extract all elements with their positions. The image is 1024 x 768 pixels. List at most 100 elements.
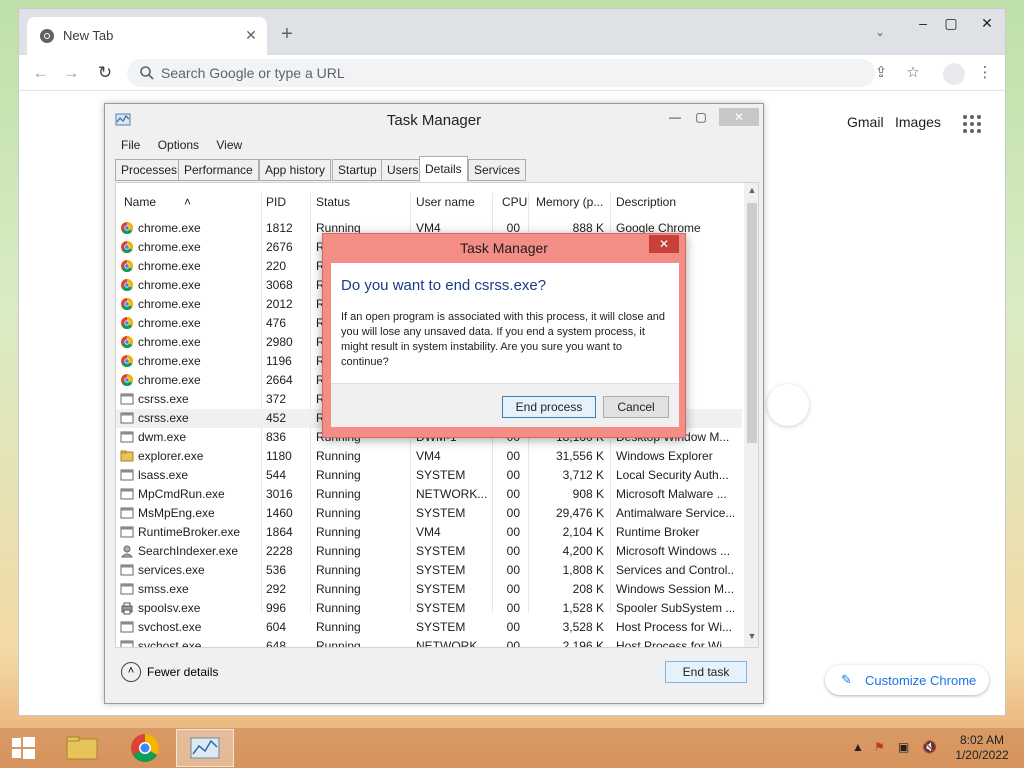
omnibox-input[interactable] <box>161 63 841 83</box>
scroll-thumb[interactable] <box>747 203 757 443</box>
bookmark-star-icon[interactable]: ☆ <box>903 63 923 83</box>
table-row[interactable]: explorer.exe 1180 Running VM4 00 31,556 K Wind… <box>116 447 742 466</box>
cell-name: chrome.exe <box>138 278 201 292</box>
clock-time: 8:02 AM <box>959 733 1005 747</box>
voice-search-button[interactable] <box>767 384 809 426</box>
table-row[interactable]: spoolsv.exe 996 Running SYSTEM 00 1,528 K Spoo… <box>116 599 742 618</box>
customize-chrome-button[interactable]: ✎ Customize Chrome <box>825 665 989 695</box>
dialog-close-icon[interactable]: ✕ <box>649 235 679 253</box>
cell-cpu: 00 <box>506 639 520 648</box>
table-row[interactable]: SearchIndexer.exe 2228 Running SYSTEM 00 4,20… <box>116 542 742 561</box>
share-icon[interactable]: ⇪ <box>871 63 891 83</box>
google-apps-grid-icon[interactable] <box>963 115 983 135</box>
table-row[interactable]: lsass.exe 544 Running SYSTEM 00 3,712 K Local … <box>116 466 742 485</box>
minimize-icon[interactable]: – <box>909 13 937 33</box>
cell-pid: 372 <box>266 392 287 406</box>
end-task-button[interactable]: End task <box>665 661 747 683</box>
images-link[interactable]: Images <box>895 114 941 130</box>
menu-view[interactable]: View <box>216 138 242 152</box>
table-row[interactable]: svchost.exe 648 Running NETWORK... 00 2,196 K… <box>116 637 742 648</box>
cell-description: Host Process for Wi... <box>616 620 733 634</box>
gmail-link[interactable]: Gmail <box>847 114 884 130</box>
cell-status: Running <box>316 563 361 577</box>
tm-close-icon[interactable]: ✕ <box>719 108 759 126</box>
taskbar-chrome[interactable] <box>116 729 174 767</box>
table-row[interactable]: smss.exe 292 Running SYSTEM 00 208 K Windows S… <box>116 580 742 599</box>
cell-pid: 1864 <box>266 525 293 539</box>
table-row[interactable]: svchost.exe 604 Running SYSTEM 00 3,528 K Host… <box>116 618 742 637</box>
cell-cpu: 00 <box>506 544 520 558</box>
col-user-name[interactable]: User name <box>416 195 475 209</box>
tab-performance[interactable]: Performance <box>178 159 259 181</box>
tab-processes[interactable]: Processes <box>115 159 184 181</box>
tray-overflow-icon[interactable]: ▲ <box>852 740 864 754</box>
tab-app-history[interactable]: App history <box>259 159 332 181</box>
vertical-scrollbar[interactable]: ▲ ▼ <box>744 183 758 647</box>
scroll-up-arrow-icon[interactable]: ▲ <box>744 185 758 195</box>
cell-status: Running <box>316 487 361 501</box>
table-row[interactable]: services.exe 536 Running SYSTEM 00 1,808 K Ser… <box>116 561 742 580</box>
taskbar-task-manager[interactable] <box>176 729 234 767</box>
tab-details[interactable]: Details <box>419 156 468 182</box>
task-manager-titlebar[interactable]: Task Manager — ▢ ✕ <box>105 104 763 136</box>
tab-close-icon[interactable]: ✕ <box>241 25 261 45</box>
dialog-button-bar: End process Cancel <box>331 383 679 427</box>
col-description[interactable]: Description <box>616 195 676 209</box>
end-process-dialog: Task Manager ✕ Do you want to end csrss.… <box>322 233 686 438</box>
cell-description: Local Security Auth... <box>616 468 729 482</box>
tab-new-tab[interactable]: New Tab ✕ <box>27 17 267 55</box>
tab-search-chevron-icon[interactable]: ⌄ <box>875 25 885 39</box>
window-close-icon[interactable]: ✕ <box>973 13 1001 33</box>
tm-maximize-icon[interactable]: ▢ <box>687 108 715 126</box>
maximize-icon[interactable]: ▢ <box>937 13 965 33</box>
cell-user-name: SYSTEM <box>416 563 466 577</box>
new-tab-plus-icon[interactable]: + <box>275 23 299 47</box>
scroll-down-arrow-icon[interactable]: ▼ <box>744 631 758 641</box>
cell-user-name: NETWORK... <box>416 487 488 501</box>
col-name[interactable]: Name <box>124 195 156 209</box>
cell-name: chrome.exe <box>138 240 201 254</box>
table-row[interactable]: MpCmdRun.exe 3016 Running NETWORK... 00 908 K… <box>116 485 742 504</box>
tab-startup[interactable]: Startup <box>332 159 383 181</box>
cancel-button[interactable]: Cancel <box>603 396 669 418</box>
tab-users[interactable]: Users <box>381 159 425 181</box>
table-row[interactable]: RuntimeBroker.exe 1864 Running VM4 00 2,104 K… <box>116 523 742 542</box>
action-center-flag-icon[interactable]: ⚑ <box>874 740 885 754</box>
tm-minimize-icon[interactable]: — <box>661 108 689 126</box>
cell-status: Running <box>316 525 361 539</box>
window-process-icon <box>120 639 134 647</box>
col-pid[interactable]: PID <box>266 195 286 209</box>
cell-description: Runtime Broker <box>616 525 700 539</box>
taskbar-file-explorer[interactable] <box>54 729 112 767</box>
network-icon[interactable]: ▣ <box>898 740 909 754</box>
col-cpu[interactable]: CPU <box>502 195 527 209</box>
system-clock[interactable]: 8:02 AM 1/20/2022 <box>952 733 1012 763</box>
cell-name: chrome.exe <box>138 373 201 387</box>
cell-name: chrome.exe <box>138 354 201 368</box>
dialog-body: Do you want to end csrss.exe? If an open… <box>331 263 679 383</box>
start-button[interactable] <box>0 729 58 767</box>
kebab-menu-icon[interactable]: ⋮ <box>975 63 995 83</box>
printer-process-icon <box>120 601 134 615</box>
menu-file[interactable]: File <box>121 138 140 152</box>
cell-memory: 3,712 K <box>562 468 604 482</box>
table-row[interactable]: MsMpEng.exe 1460 Running SYSTEM 00 29,476 K An… <box>116 504 742 523</box>
col-status[interactable]: Status <box>316 195 350 209</box>
omnibox[interactable] <box>127 59 875 87</box>
forward-arrow-icon[interactable]: → <box>59 61 83 85</box>
volume-muted-icon[interactable]: 🔇 <box>922 740 937 754</box>
window-process-icon <box>120 582 134 596</box>
cell-pid: 220 <box>266 259 287 273</box>
col-memory[interactable]: Memory (p... <box>536 195 603 209</box>
profile-avatar-icon[interactable] <box>943 63 965 85</box>
tab-services[interactable]: Services <box>468 159 527 181</box>
chrome-favicon-icon <box>40 29 54 43</box>
menu-options[interactable]: Options <box>158 138 199 152</box>
cell-status: Running <box>316 506 361 520</box>
cell-name: chrome.exe <box>138 316 201 330</box>
cell-cpu: 00 <box>506 582 520 596</box>
end-process-button[interactable]: End process <box>502 396 596 418</box>
back-arrow-icon[interactable]: ← <box>29 61 53 85</box>
reload-icon[interactable]: ↻ <box>93 61 117 85</box>
chrome-process-icon <box>120 221 134 235</box>
